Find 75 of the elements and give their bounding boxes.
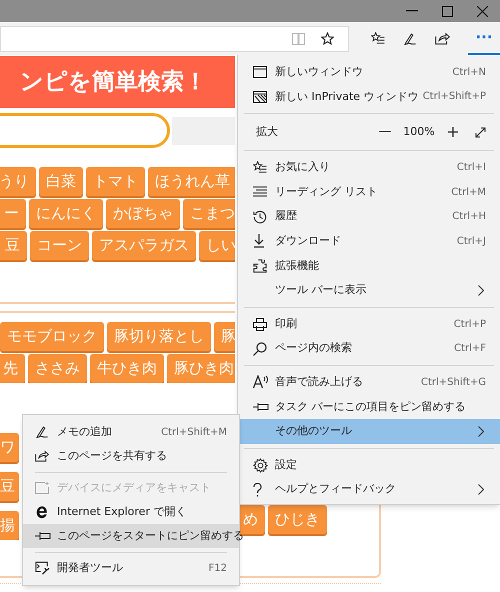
menu-item[interactable]: ヘルプとフィードバック — [238, 477, 500, 502]
download-icon — [253, 234, 265, 248]
ingredient-tag[interactable]: かぼちゃ — [106, 199, 180, 228]
close-icon[interactable] — [477, 6, 488, 16]
history-icon — [253, 210, 267, 224]
menu-item[interactable]: ダウンロード Ctrl+J — [238, 228, 500, 254]
favorites-list-icon — [253, 160, 267, 174]
ingredient-tag[interactable]: 白菜 — [39, 167, 83, 196]
ingredient-tag[interactable]: にんにく — [29, 199, 103, 228]
title-banner: ンピを簡単検索！ — [0, 56, 235, 108]
ingredient-tag[interactable]: ワ — [0, 433, 19, 462]
printer-icon — [253, 318, 267, 331]
menu-item[interactable]: 設定 — [238, 452, 500, 478]
ingredient-tag[interactable]: ほうれん草 — [148, 167, 235, 196]
pen-icon — [35, 425, 49, 439]
ingredient-tag[interactable]: トマト — [86, 167, 145, 196]
maximize-icon[interactable] — [442, 6, 453, 16]
ingredient-tag[interactable]: ひじき — [268, 505, 327, 534]
ingredient-tag[interactable]: 牛ひき肉 — [90, 354, 164, 383]
menu-item[interactable]: 拡張機能 — [238, 254, 500, 278]
ingredient-tag[interactable]: うり — [0, 167, 36, 196]
help-icon — [253, 482, 262, 497]
read-aloud-icon — [253, 375, 269, 390]
zoom-label: 拡大 — [256, 124, 279, 140]
star-icon[interactable] — [321, 32, 334, 45]
ingredient-tag[interactable]: ー — [0, 199, 26, 228]
menu-item[interactable]: リーディング リスト Ctrl+M — [238, 180, 500, 204]
e-logo-icon — [35, 505, 49, 519]
cast-icon — [35, 482, 50, 494]
ingredient-tag[interactable]: 豆 — [0, 472, 19, 501]
menu-item[interactable]: お気に入り Ctrl+I — [238, 155, 500, 180]
window-icon — [253, 66, 267, 78]
pin-icon — [35, 531, 51, 541]
menu-item[interactable]: 新しいウィンドウ Ctrl+N — [238, 60, 500, 85]
menu-item[interactable]: その他のツール — [238, 419, 500, 444]
ingredient-tag[interactable]: コーン — [30, 231, 89, 260]
ingredient-tag[interactable]: ささみ — [28, 354, 87, 383]
ingredient-tag[interactable]: こまつ — [183, 199, 235, 228]
ingredient-tag[interactable]: 豚切り落とし — [107, 322, 211, 351]
fullscreen-icon[interactable] — [475, 126, 486, 138]
ingredient-tag[interactable]: 豆 — [0, 231, 27, 260]
menu-item[interactable]: 開発者ツール F12 — [23, 556, 239, 580]
search-icon — [253, 342, 267, 356]
pin-icon — [253, 402, 269, 412]
menu-item[interactable]: 音声で読み上げる Ctrl+Shift+G — [238, 370, 500, 395]
list-icon — [253, 186, 267, 198]
ingredient-tag[interactable]: 揚 — [0, 511, 19, 540]
ingredient-tag[interactable]: 豚ひき肉 — [167, 354, 235, 383]
ingredient-tag[interactable]: しい — [199, 231, 235, 260]
search-field[interactable] — [0, 113, 170, 148]
menu-item[interactable]: タスク バーにこの項目をピン留めする — [238, 394, 500, 420]
menu-item[interactable]: 新しい InPrivate ウィンドウ Ctrl+Shift+P — [238, 84, 500, 110]
menu-item[interactable]: Internet Explorer で開く — [23, 500, 239, 524]
zoom-in-button[interactable]: + — [443, 120, 463, 144]
menu-item[interactable]: このページを共有する — [23, 444, 239, 468]
address-field[interactable] — [0, 26, 349, 52]
ingredient-tag[interactable]: モモブロック — [0, 322, 104, 351]
settings-icon — [253, 458, 268, 473]
favorites-list-icon[interactable] — [371, 32, 385, 45]
ingredient-tag[interactable]: 先 — [0, 354, 25, 383]
menu-item[interactable]: メモの追加 Ctrl+Shift+M — [23, 420, 239, 444]
developer-tools-icon — [35, 561, 50, 575]
menu-item[interactable]: ツール バーに表示 — [238, 278, 500, 303]
share-icon — [35, 450, 49, 462]
private-window-icon — [253, 90, 267, 103]
ingredient-tag[interactable]: アスパラガス — [92, 231, 196, 260]
zoom-out-button[interactable]: — — [375, 122, 395, 142]
menu-item[interactable]: 履歴 Ctrl+H — [238, 204, 500, 229]
menu-item[interactable]: 印刷 Ctrl+P — [238, 312, 500, 336]
puzzle-icon — [253, 258, 267, 273]
zoom-level: 100% — [402, 124, 436, 140]
minimize-icon[interactable] — [406, 10, 418, 12]
share-icon[interactable] — [435, 32, 450, 45]
pen-icon[interactable] — [403, 32, 417, 46]
menu-item[interactable]: ページ内の検索 Ctrl+F — [238, 336, 500, 361]
